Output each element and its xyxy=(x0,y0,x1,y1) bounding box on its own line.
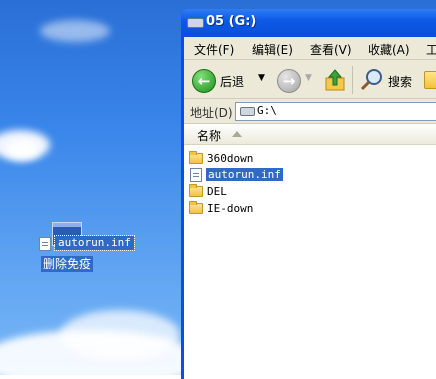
search-button[interactable]: 搜索 xyxy=(360,68,420,92)
search-label: 搜索 xyxy=(388,75,413,89)
address-label: 地址(D) xyxy=(190,106,233,120)
back-button[interactable]: ← 后退 ▼ xyxy=(192,68,272,93)
back-label: 后退 xyxy=(220,75,245,89)
toolbar-separator xyxy=(352,66,353,94)
back-arrow-icon: ← xyxy=(192,69,216,93)
menu-favorites[interactable]: 收藏(A) xyxy=(368,41,410,58)
cloud xyxy=(60,310,180,360)
search-icon xyxy=(360,69,382,91)
folder-icon xyxy=(189,151,203,164)
column-name-label: 名称 xyxy=(197,129,222,143)
file-list: 名称 360down autorun.inf DEL IE-down xyxy=(184,124,436,379)
folders-icon[interactable] xyxy=(424,71,436,89)
menu-edit[interactable]: 编辑(E) xyxy=(252,41,293,58)
desktop-shortcut-caption[interactable]: 删除免疫 xyxy=(41,256,94,272)
item-name: IE-down xyxy=(207,202,254,215)
desktop-dragged-file[interactable]: autorun.inf xyxy=(39,235,135,252)
menu-view[interactable]: 查看(V) xyxy=(310,41,352,58)
item-name: DEL xyxy=(207,185,227,198)
address-value: G:\ xyxy=(257,104,277,117)
toolbar: ← 后退 ▼ → ▼ 搜索 xyxy=(184,60,436,99)
menu-tools[interactable]: 工 xyxy=(426,41,436,58)
drive-icon xyxy=(240,107,255,116)
window-client: 文件(F) 编辑(E) 查看(V) 收藏(A) 工 ← 后退 ▼ → ▼ 搜索 … xyxy=(184,37,436,379)
chevron-down-icon[interactable]: ▼ xyxy=(258,73,265,83)
file-icon xyxy=(190,168,202,182)
item-name: 360down xyxy=(207,152,254,165)
menu-file[interactable]: 文件(F) xyxy=(194,41,234,58)
cloud xyxy=(40,20,110,42)
sort-ascending-icon xyxy=(232,131,242,137)
desktop-file-label: autorun.inf xyxy=(54,235,135,251)
chevron-down-icon[interactable]: ▼ xyxy=(305,73,312,83)
cloud xyxy=(5,140,40,160)
forward-button[interactable]: → xyxy=(277,69,301,93)
column-header-name[interactable]: 名称 xyxy=(184,124,436,145)
folder-icon xyxy=(189,184,203,197)
title-bar[interactable]: 05 (G:) xyxy=(181,9,436,37)
address-bar: 地址(D) G:\ xyxy=(184,99,436,124)
file-icon xyxy=(39,236,51,251)
drive-icon xyxy=(187,18,204,28)
item-name: autorun.inf xyxy=(206,168,283,181)
address-input[interactable]: G:\ xyxy=(235,102,436,121)
explorer-window: 05 (G:) 文件(F) 编辑(E) 查看(V) 收藏(A) 工 ← 后退 ▼… xyxy=(181,9,436,379)
folder-icon xyxy=(189,201,203,214)
window-title: 05 (G:) xyxy=(206,14,257,29)
up-folder-button[interactable] xyxy=(324,68,346,92)
menu-bar: 文件(F) 编辑(E) 查看(V) 收藏(A) 工 xyxy=(184,37,436,60)
